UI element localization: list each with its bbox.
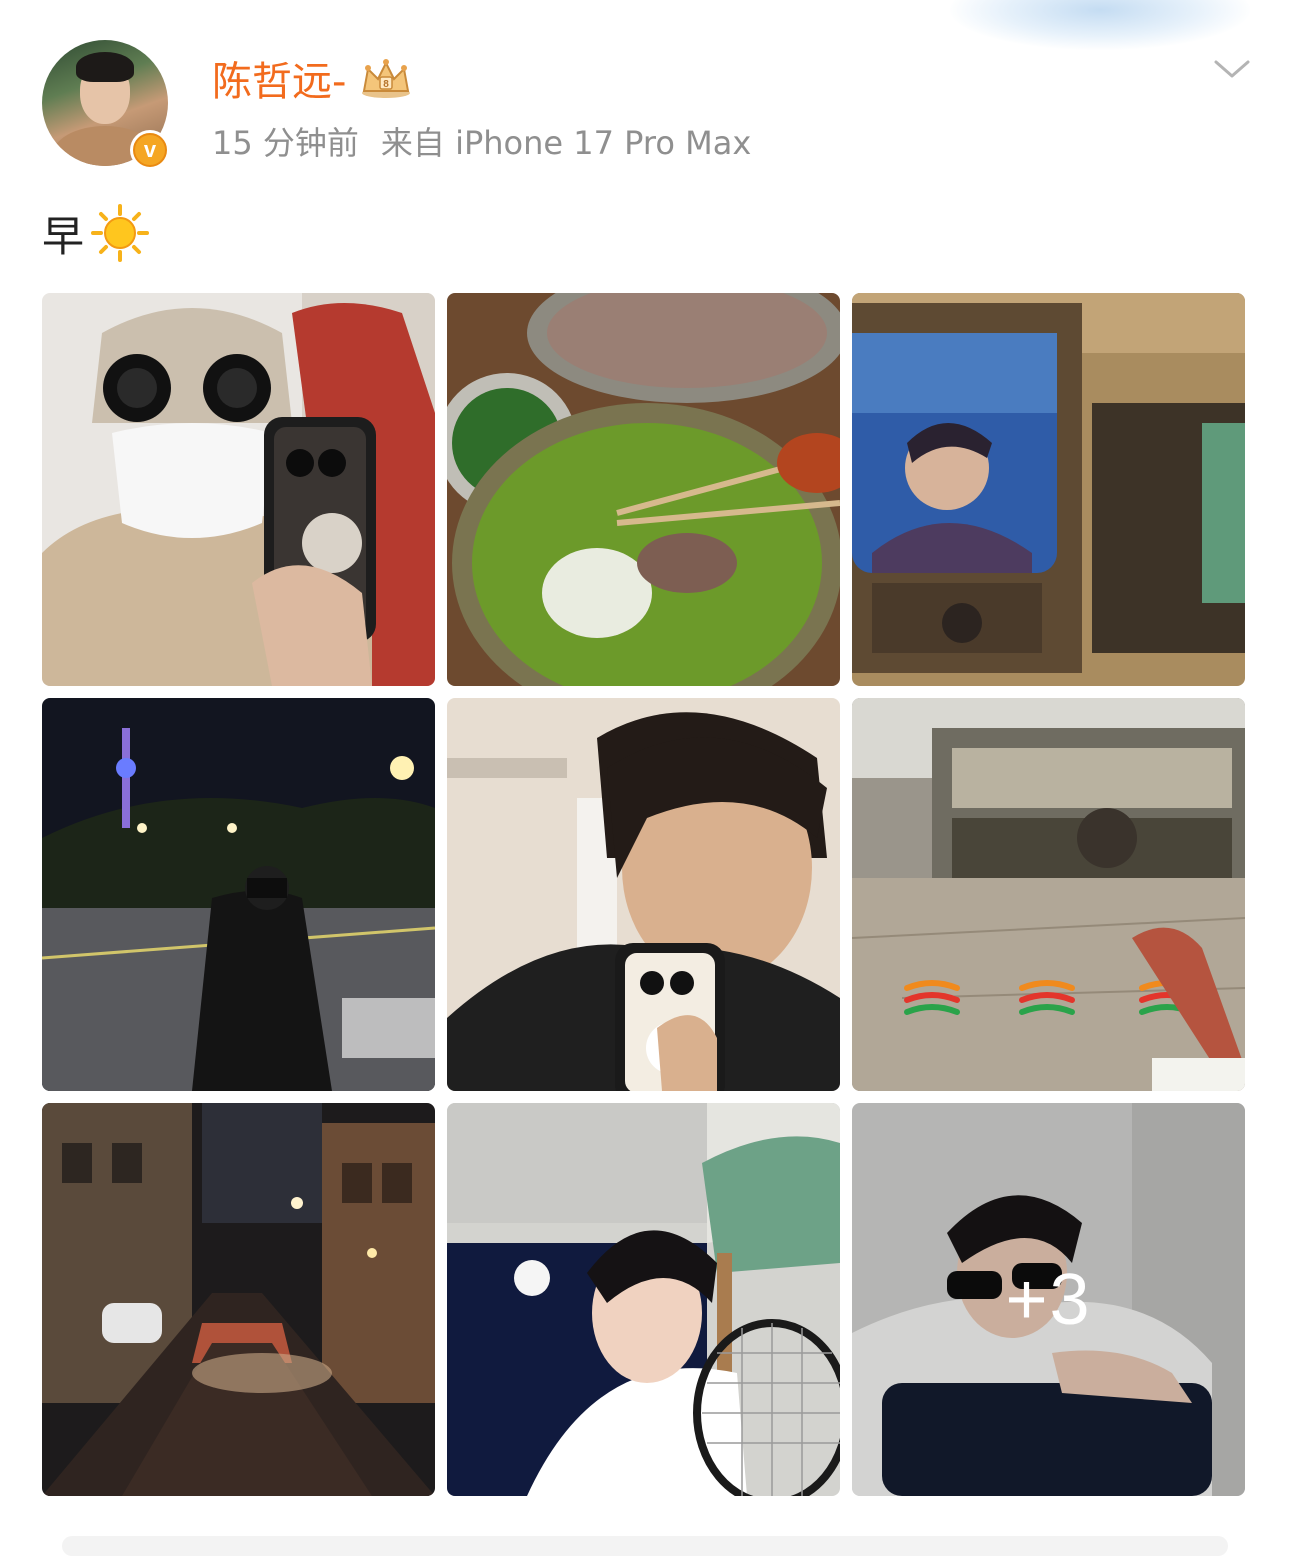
photo-night-alley bbox=[42, 1103, 435, 1496]
more-images-overlay[interactable]: +3 bbox=[852, 1103, 1245, 1496]
post-header: v 陈哲远- 8 15 分钟前 来自 iPhone 17 Pro Max bbox=[42, 40, 1252, 170]
svg-text:8: 8 bbox=[384, 79, 390, 90]
post-source: 来自 iPhone 17 Pro Max bbox=[380, 124, 752, 162]
photo-knit-beanie-mirror-selfie bbox=[42, 293, 435, 686]
photo-tile-4[interactable] bbox=[42, 698, 435, 1091]
author-row: 陈哲远- 8 bbox=[212, 49, 414, 107]
photo-night-street-tower bbox=[42, 698, 435, 1091]
photo-tile-2[interactable] bbox=[447, 293, 840, 686]
photo-grid: +3 bbox=[42, 293, 1246, 1496]
photo-tile-1[interactable] bbox=[42, 293, 435, 686]
vip-crown-icon[interactable]: 8 bbox=[358, 57, 414, 99]
photo-tile-5[interactable] bbox=[447, 698, 840, 1091]
action-bar-edge bbox=[62, 1536, 1228, 1556]
post-time: 15 分钟前 bbox=[212, 124, 359, 162]
verified-badge-letter: v bbox=[133, 133, 167, 167]
sun-emoji-icon bbox=[91, 204, 150, 262]
photo-retro-tv-screen bbox=[852, 293, 1245, 686]
photo-tile-7[interactable] bbox=[42, 1103, 435, 1496]
photo-close-mirror-selfie bbox=[447, 698, 840, 1091]
chevron-down-icon[interactable] bbox=[1212, 52, 1252, 86]
author-name[interactable]: 陈哲远- bbox=[212, 49, 346, 107]
photo-tile-8[interactable] bbox=[447, 1103, 840, 1496]
post-meta: 15 分钟前 来自 iPhone 17 Pro Max bbox=[212, 118, 751, 164]
photo-tile-6[interactable] bbox=[852, 698, 1245, 1091]
photo-tile-9[interactable]: +3 bbox=[852, 1103, 1245, 1496]
photo-convenience-store-window bbox=[852, 698, 1245, 1091]
photo-beef-soup-meal bbox=[447, 293, 840, 686]
photo-tile-3[interactable] bbox=[852, 293, 1245, 686]
post-text-content: 早 bbox=[42, 211, 85, 261]
avatar-hair bbox=[76, 52, 134, 82]
verified-badge-icon: v bbox=[130, 130, 170, 170]
photo-tennis-racket-portrait bbox=[447, 1103, 840, 1496]
post-text: 早 bbox=[42, 200, 150, 266]
